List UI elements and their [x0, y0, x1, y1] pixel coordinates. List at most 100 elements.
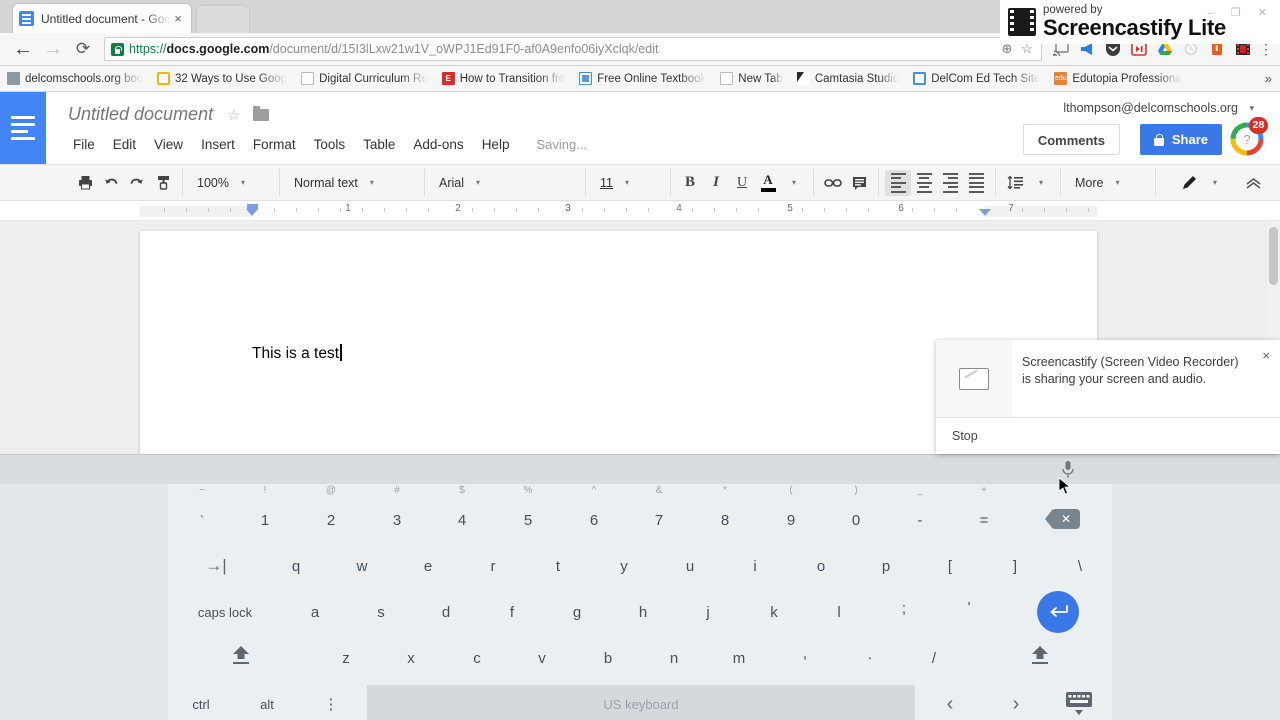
close-tab-icon[interactable]: × — [171, 11, 185, 26]
key-slash[interactable]: / — [918, 636, 950, 680]
document-ruler[interactable]: 1 2 3 4 5 6 7 — [0, 201, 1280, 221]
menu-help[interactable]: Help — [473, 134, 519, 155]
key-shift-right[interactable] — [1027, 644, 1053, 668]
new-tab-button[interactable] — [196, 5, 250, 33]
move-to-folder-icon[interactable] — [252, 105, 269, 121]
chevron-down-icon[interactable]: ▾ — [781, 170, 807, 196]
key-enter[interactable] — [1037, 591, 1079, 633]
more-dropdown[interactable]: More ▾ — [1067, 170, 1149, 196]
key-1[interactable]: ! 1 — [249, 485, 281, 542]
text-color-button[interactable]: A — [755, 170, 781, 196]
align-left-button[interactable] — [885, 169, 911, 196]
key-bracket-left[interactable]: [ — [934, 544, 966, 588]
redo-icon[interactable] — [124, 170, 150, 196]
docs-home-button[interactable] — [0, 92, 46, 164]
on-screen-keyboard[interactable]: ~ ` ! 1 @2 #3 $4 % 5 ^ 6 & 7 * 8 (9 ) 0 _ - + = ✕… — [0, 454, 1280, 720]
key-s[interactable]: s — [365, 590, 397, 634]
key-n[interactable]: n — [658, 636, 690, 680]
chevron-down-icon[interactable]: ▾ — [1249, 103, 1254, 114]
bookmark-item[interactable]: Camtasia Studio — [790, 69, 906, 89]
key-f[interactable]: f — [496, 590, 528, 634]
bookmark-item[interactable]: Digital Curriculum Re — [294, 69, 435, 89]
bookmark-item[interactable]: Free Online Textbook — [572, 69, 713, 89]
key-w[interactable]: w — [346, 544, 378, 588]
key-minus[interactable]: _ - — [904, 485, 936, 542]
close-icon[interactable]: × — [1262, 348, 1270, 363]
key-x[interactable]: x — [395, 636, 427, 680]
line-spacing-button[interactable] — [1002, 170, 1028, 196]
menu-format[interactable]: Format — [244, 134, 305, 155]
key-k[interactable]: k — [758, 590, 790, 634]
key-space[interactable]: US keyboard — [367, 685, 915, 720]
key-d[interactable]: d — [430, 590, 462, 634]
browser-tab[interactable]: Untitled document - Goo × — [12, 3, 192, 33]
key-8[interactable]: * 8 — [709, 485, 741, 542]
key-period[interactable]: . — [854, 636, 886, 680]
menu-edit[interactable]: Edit — [104, 134, 145, 155]
italic-button[interactable]: I — [703, 170, 729, 196]
avatar[interactable]: ? 28 — [1228, 117, 1268, 158]
key-arrow-left[interactable]: ‹ — [934, 682, 966, 720]
key-g[interactable]: g — [561, 590, 593, 634]
bookmark-item[interactable]: 32 Ways to Use Goog — [150, 69, 294, 89]
insert-link-icon[interactable] — [820, 170, 846, 196]
bookmark-item[interactable]: delcomschools.org bookmarks — [0, 69, 150, 89]
browser-menu-icon[interactable]: ⋮ — [1256, 42, 1276, 56]
keyboard-settings-icon[interactable]: ⋮ — [316, 682, 346, 720]
key-backslash[interactable]: \ — [1064, 544, 1096, 588]
menu-view[interactable]: View — [145, 134, 192, 155]
key-tab[interactable]: →| — [200, 544, 232, 588]
key-caps-lock[interactable]: caps lock — [190, 590, 260, 634]
paragraph-style-dropdown[interactable]: Normal text ▾ — [286, 170, 418, 196]
bookmark-item[interactable]: DelCom Ed Tech Site — [906, 69, 1047, 89]
collapse-toolbar-button[interactable] — [1240, 170, 1266, 196]
key-o[interactable]: o — [805, 544, 837, 588]
key-l[interactable]: l — [823, 590, 855, 634]
star-icon[interactable]: ☆ — [227, 106, 240, 124]
key-alt[interactable]: alt — [248, 682, 286, 720]
left-indent-marker[interactable] — [246, 209, 258, 216]
key-semicolon[interactable]: ; — [888, 590, 920, 634]
bookmark-item[interactable]: New Tab — [713, 69, 790, 89]
menu-table[interactable]: Table — [354, 134, 404, 155]
key-apostrophe[interactable]: ' — [953, 590, 985, 634]
key-y[interactable]: y — [608, 544, 640, 588]
menu-addons[interactable]: Add-ons — [404, 134, 472, 155]
key-6[interactable]: ^ 6 — [578, 485, 610, 542]
paint-format-icon[interactable] — [150, 170, 176, 196]
menu-insert[interactable]: Insert — [192, 134, 244, 155]
key-i[interactable]: i — [739, 544, 771, 588]
key-e[interactable]: e — [412, 544, 444, 588]
key-5[interactable]: % 5 — [512, 485, 544, 542]
key-arrow-right[interactable]: › — [1000, 682, 1032, 720]
account-email[interactable]: lthompson@delcomschools.org — [1063, 101, 1238, 115]
key-a[interactable]: a — [299, 590, 331, 634]
key-comma[interactable]: , — [789, 636, 821, 680]
share-button[interactable]: Share — [1139, 124, 1222, 155]
forward-button[interactable]: → — [38, 35, 68, 63]
key-z[interactable]: z — [330, 636, 362, 680]
key-4[interactable]: $4 — [446, 485, 478, 542]
key-q[interactable]: q — [280, 544, 312, 588]
menu-tools[interactable]: Tools — [305, 134, 355, 155]
reload-button[interactable]: ⟳ — [68, 35, 98, 63]
undo-icon[interactable] — [98, 170, 124, 196]
hide-keyboard-icon[interactable] — [1064, 691, 1094, 717]
address-bar[interactable]: https://docs.google.com/document/d/15I3l… — [104, 37, 1042, 61]
add-comment-icon[interactable] — [846, 170, 872, 196]
key-b[interactable]: b — [592, 636, 624, 680]
edit-mode-button[interactable] — [1176, 170, 1202, 196]
key-shift-left[interactable] — [228, 644, 254, 668]
print-icon[interactable] — [72, 170, 98, 196]
keyboard-suggestion-bar[interactable] — [0, 454, 1280, 484]
key-v[interactable]: v — [526, 636, 558, 680]
key-3[interactable]: #3 — [381, 485, 413, 542]
align-justify-button[interactable] — [963, 170, 989, 196]
bookmark-item[interactable]: E How to Transition fro — [435, 69, 572, 89]
key-ctrl[interactable]: ctrl — [182, 682, 220, 720]
font-size-dropdown[interactable]: 11 ▾ — [592, 170, 664, 196]
font-family-dropdown[interactable]: Arial ▾ — [431, 170, 579, 196]
back-button[interactable]: ← — [8, 35, 38, 63]
key-equals[interactable]: + = — [968, 485, 1000, 542]
key-m[interactable]: m — [723, 636, 755, 680]
